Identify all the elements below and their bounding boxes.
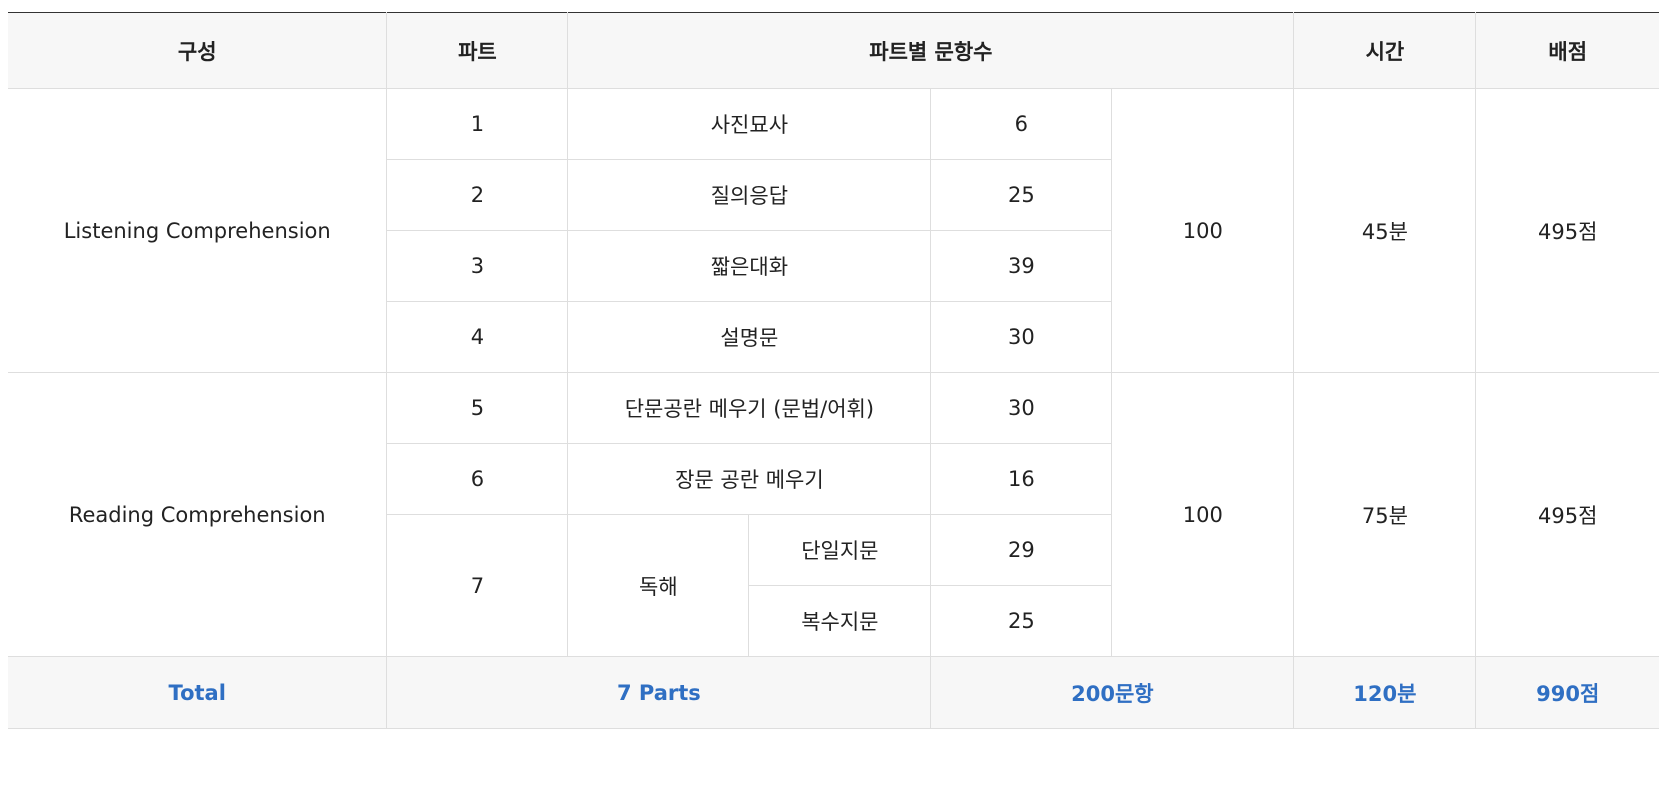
header-part: 파트 [386,12,569,89]
part-subtype: 복수지문 [748,585,932,657]
total-questions: 200문항 [930,656,1295,729]
table-row: Reading Comprehension 5 단문공란 메우기 (문법/어휘)… [8,372,1659,657]
table-row: Listening Comprehension 1 사진묘사 6 100 45분… [8,88,1659,373]
total-label: Total [8,656,388,729]
part-number: 7 [386,514,569,657]
header-time: 시간 [1293,12,1477,89]
section-time-reading: 75분 [1293,372,1477,657]
section-total-questions-reading: 100 [1111,372,1295,657]
part-type: 설명문 [567,301,932,373]
exam-structure-table: 구성 파트 파트별 문항수 시간 배점 Listening Comprehens… [8,12,1659,729]
part-count: 25 [930,159,1112,231]
part-number: 2 [386,159,569,231]
part-count: 39 [930,230,1112,302]
section-score-reading: 495점 [1475,372,1659,657]
part-number: 3 [386,230,569,302]
header-score: 배점 [1475,12,1659,89]
part-type: 사진묘사 [567,88,932,160]
section-time-listening: 45분 [1293,88,1477,373]
part-number: 1 [386,88,569,160]
part-count: 29 [930,514,1112,586]
part-count: 30 [930,301,1112,373]
part-number: 4 [386,301,569,373]
header-questions-per-part: 파트별 문항수 [567,12,1295,89]
section-name-reading: Reading Comprehension [8,372,388,657]
part-type-group: 독해 [567,514,750,657]
part-type: 단문공란 메우기 (문법/어휘) [567,372,932,444]
header-composition: 구성 [8,12,388,89]
part-count: 16 [930,443,1112,515]
section-score-listening: 495점 [1475,88,1659,373]
part-type: 짧은대화 [567,230,932,302]
total-parts: 7 Parts [386,656,932,729]
part-type: 장문 공란 메우기 [567,443,932,515]
total-row: Total 7 Parts 200문항 120분 990점 [8,656,1659,729]
part-number: 5 [386,372,569,444]
section-total-questions-listening: 100 [1111,88,1295,373]
part-count: 6 [930,88,1113,160]
part-number: 6 [386,443,569,515]
part-count: 30 [930,372,1113,444]
part-type: 질의응답 [567,159,932,231]
exam-structure-table-wrapper: 구성 파트 파트별 문항수 시간 배점 Listening Comprehens… [8,12,1659,729]
part-subtype: 단일지문 [748,514,932,586]
total-time: 120분 [1293,656,1477,729]
section-name-listening: Listening Comprehension [8,88,388,373]
total-score: 990점 [1475,656,1659,729]
part-count: 25 [930,585,1112,657]
table-header-row: 구성 파트 파트별 문항수 시간 배점 [8,12,1659,89]
